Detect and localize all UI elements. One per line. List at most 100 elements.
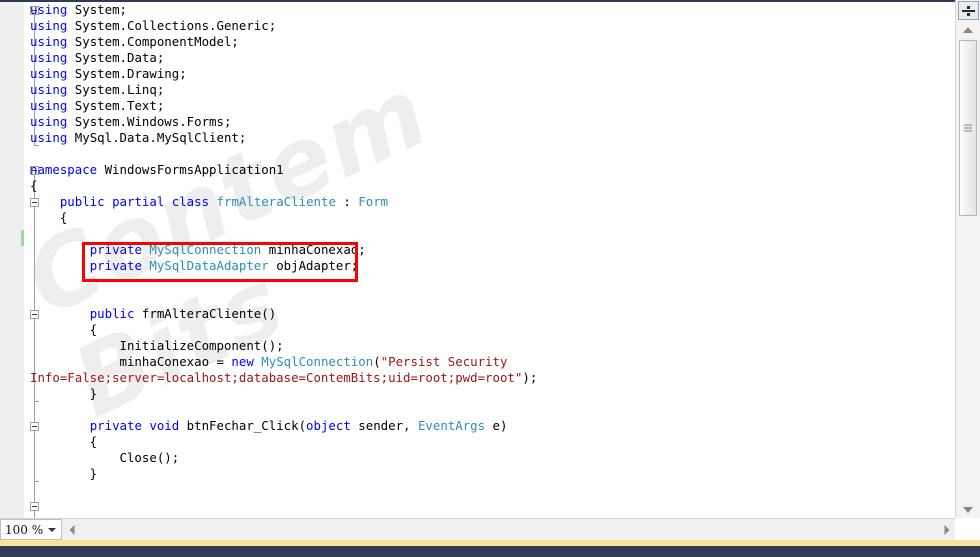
chevron-left-icon	[69, 524, 74, 535]
code-token: }	[30, 386, 98, 401]
code-token: EventArgs	[417, 418, 486, 433]
code-line: private void btnFechar_Click(object send…	[30, 418, 537, 434]
code-line: using System.Drawing;	[30, 66, 537, 82]
editor-bottom-bar[interactable]: 100 %	[0, 518, 955, 540]
code-token: {	[30, 434, 98, 449]
scroll-right-button[interactable]	[938, 519, 955, 540]
code-line: using System.Data;	[30, 50, 537, 66]
code-token: using	[30, 66, 68, 81]
fold-toggle-trailing[interactable]	[30, 502, 39, 511]
code-token: Form	[358, 194, 389, 209]
code-line: }	[30, 386, 537, 402]
code-token: System.Collections.Generic;	[67, 18, 277, 33]
chevron-down-icon	[48, 527, 56, 532]
code-token: System.Linq;	[67, 82, 165, 97]
code-token: partial	[112, 194, 165, 209]
code-token: using	[30, 18, 68, 33]
split-view-icon[interactable]	[958, 1, 979, 20]
code-token: :	[335, 194, 359, 209]
chevron-down-icon	[963, 506, 973, 513]
taskbar-strip	[0, 546, 980, 557]
code-token: btnFechar_Click(	[179, 418, 307, 433]
code-line: InitializeComponent();	[30, 338, 537, 354]
code-text[interactable]: using System; using System.Collections.Ge…	[30, 2, 537, 482]
code-token: using	[30, 34, 68, 49]
code-line: using System.Windows.Forms;	[30, 114, 537, 130]
code-token: new	[231, 354, 254, 369]
code-token: sender,	[350, 418, 418, 433]
vertical-scrollbar-thumb[interactable]	[959, 40, 977, 216]
code-line: public frmAlteraCliente()	[30, 306, 537, 322]
code-token: e)	[485, 418, 508, 433]
scroll-down-button[interactable]	[956, 501, 980, 518]
code-line: using MySql.Data.MySqlClient;	[30, 130, 537, 146]
code-token: objAdapter;	[268, 258, 359, 273]
code-token: {	[30, 210, 68, 225]
chevron-up-icon	[963, 26, 973, 33]
code-line: {	[30, 322, 537, 338]
scrollbar-grip-icon	[964, 123, 972, 134]
code-editor-window: Contem Bits using System; using System.Co…	[0, 0, 980, 557]
code-token: {	[30, 178, 38, 193]
code-token: class	[171, 194, 210, 209]
code-line: {	[30, 210, 537, 226]
code-line: using System.ComponentModel;	[30, 34, 537, 50]
split-view-dot-top	[967, 5, 970, 9]
scrollbar-corner	[955, 518, 980, 540]
code-token: System.Drawing;	[67, 66, 187, 81]
code-token: Info=False;server=localhost;database=Con…	[30, 370, 523, 385]
zoom-level-dropdown[interactable]: 100 %	[0, 519, 62, 540]
zoom-level-label: 100 %	[5, 522, 44, 537]
code-token: frmAlteraCliente()	[134, 306, 277, 321]
indicator-margin	[0, 2, 24, 518]
code-token: using	[30, 82, 68, 97]
code-token: MySqlDataAdapter	[149, 258, 269, 273]
code-token: System.Windows.Forms;	[67, 114, 232, 129]
split-view-bar	[962, 9, 975, 12]
editor-surface[interactable]: Contem Bits using System; using System.Co…	[0, 2, 955, 518]
code-token: System.Text;	[67, 98, 165, 113]
code-line: private MySqlConnection minhaConexao;	[30, 242, 537, 258]
scroll-left-button[interactable]	[63, 519, 80, 540]
code-token: );	[522, 370, 538, 385]
code-token: using	[30, 114, 68, 129]
code-token: minhaConexao;	[261, 242, 366, 257]
code-line: using System;	[30, 2, 537, 18]
vertical-scrollbar[interactable]	[955, 0, 980, 518]
code-line: using System.Linq;	[30, 82, 537, 98]
chevron-right-icon	[944, 524, 949, 535]
code-token: public	[89, 306, 135, 321]
code-line: using System.Text;	[30, 98, 537, 114]
code-token: MySqlConnection	[149, 242, 262, 257]
code-line: }	[30, 466, 537, 482]
code-token: MySql.Data.MySqlClient;	[67, 130, 247, 145]
split-view-dot-bottom	[967, 12, 970, 16]
code-line: private MySqlDataAdapter objAdapter;	[30, 258, 537, 274]
code-token: using	[30, 98, 68, 113]
code-token: object	[306, 418, 351, 433]
code-token: minhaConexao =	[30, 354, 232, 369]
code-line: public partial class frmAlteraCliente : …	[30, 194, 537, 210]
code-token: using	[30, 2, 68, 17]
code-line: {	[30, 178, 537, 194]
scroll-up-button[interactable]	[956, 21, 980, 38]
code-line: Info=False;server=localhost;database=Con…	[30, 370, 537, 386]
code-token: private	[89, 258, 142, 273]
code-token: (	[373, 354, 381, 369]
code-token: {	[30, 322, 98, 337]
code-token: System;	[67, 2, 127, 17]
code-token: private	[89, 418, 142, 433]
code-token: "Persist Security	[380, 354, 515, 369]
code-token: WindowsFormsApplication1	[97, 162, 284, 177]
